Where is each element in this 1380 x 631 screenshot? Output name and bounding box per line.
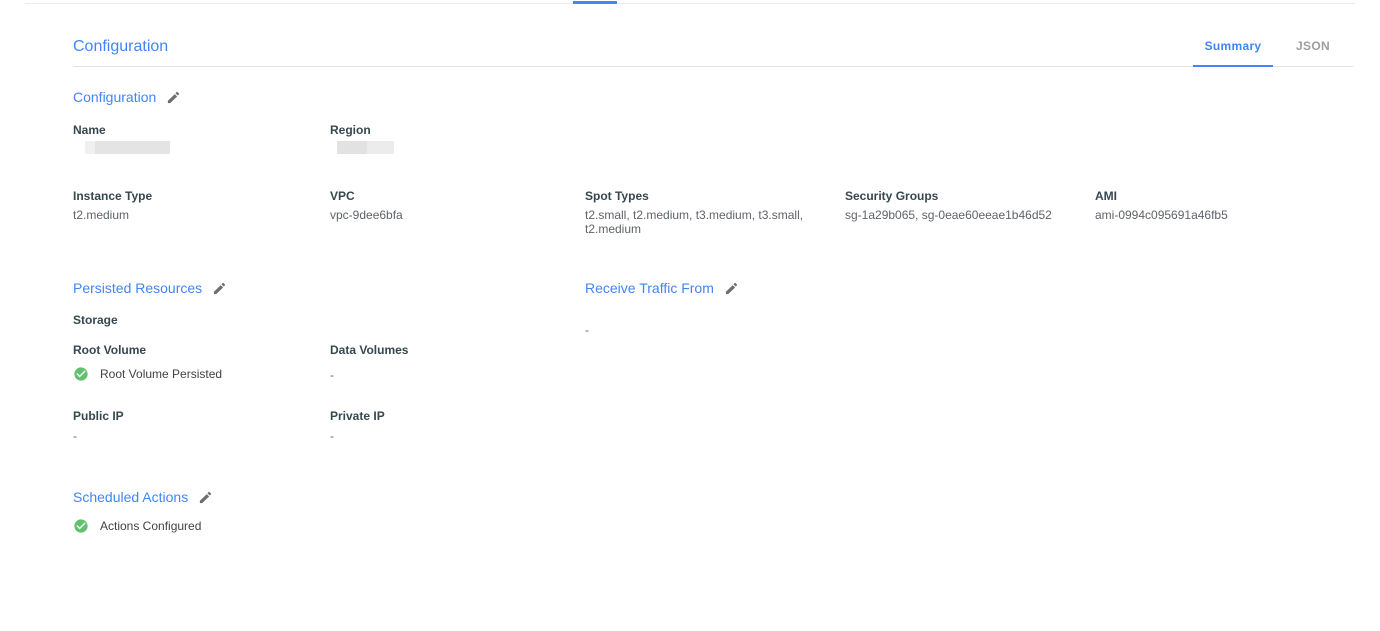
root-volume-status-text: Root Volume Persisted (100, 367, 222, 381)
tab-json[interactable]: JSON (1273, 39, 1353, 66)
configuration-redacted-row: Name Region (73, 123, 1353, 154)
check-circle-icon (73, 366, 89, 382)
edit-persisted-resources-button[interactable] (212, 281, 227, 296)
tab-summary[interactable]: Summary (1193, 39, 1273, 66)
public-ip-label: Public IP (73, 409, 330, 423)
parent-tab-strip (25, 0, 1355, 4)
section-persisted-resources-title: Persisted Resources (73, 280, 202, 296)
volume-values-row: Root Volume Persisted - (73, 357, 585, 382)
field-vpc-value: vpc-9dee6bfa (330, 208, 585, 222)
scheduled-actions-section: Scheduled Actions Actions Configured (73, 489, 1353, 534)
page-title: Configuration (73, 38, 168, 66)
field-instance-type-value: t2.medium (73, 208, 330, 222)
persisted-resources-section: Persisted Resources Storage Root Volume … (73, 280, 585, 443)
field-vpc-label: VPC (330, 189, 585, 203)
scheduled-actions-status-text: Actions Configured (100, 519, 201, 533)
field-instance-type: Instance Type t2.medium (73, 189, 330, 236)
field-region: Region (330, 123, 585, 154)
field-ami-value: ami-0994c095691a46fb5 (1095, 208, 1353, 222)
receive-traffic-value: - (585, 323, 1353, 337)
field-name: Name (73, 123, 330, 154)
section-receive-traffic-header: Receive Traffic From (585, 280, 1353, 296)
field-instance-type-label: Instance Type (73, 189, 330, 203)
section-persisted-resources-header: Persisted Resources (73, 280, 585, 296)
field-spot-types: Spot Types t2.small, t2.medium, t3.mediu… (585, 189, 845, 236)
active-tab-indicator (573, 1, 617, 4)
section-receive-traffic-title: Receive Traffic From (585, 280, 714, 296)
pencil-icon (724, 281, 739, 296)
field-ami: AMI ami-0994c095691a46fb5 (1095, 189, 1353, 236)
view-tabs: Summary JSON (1193, 39, 1353, 66)
storage-subheading: Storage (73, 313, 585, 327)
edit-configuration-button[interactable] (166, 90, 181, 105)
pencil-icon (166, 90, 181, 105)
field-region-label: Region (330, 123, 585, 137)
configuration-fields-row: Instance Type t2.medium VPC vpc-9dee6bfa… (73, 189, 1353, 236)
root-volume-status: Root Volume Persisted (73, 365, 330, 382)
field-region-redacted-value (337, 141, 394, 154)
middle-sections: Persisted Resources Storage Root Volume … (73, 280, 1353, 443)
receive-traffic-section: Receive Traffic From - (585, 280, 1353, 443)
ip-values-row: - - (73, 423, 585, 443)
field-security-groups-value: sg-1a29b065, sg-0eae60eeae1b46d52 (845, 208, 1095, 222)
field-spot-types-value: t2.small, t2.medium, t3.medium, t3.small… (585, 208, 817, 236)
data-volumes-value: - (330, 368, 585, 382)
section-scheduled-actions-title: Scheduled Actions (73, 489, 188, 505)
section-scheduled-actions-header: Scheduled Actions (73, 489, 1353, 505)
ip-labels-row: Public IP Private IP (73, 409, 585, 423)
field-spot-types-label: Spot Types (585, 189, 845, 203)
pencil-icon (212, 281, 227, 296)
field-vpc: VPC vpc-9dee6bfa (330, 189, 585, 236)
root-volume-label: Root Volume (73, 343, 330, 357)
scheduled-actions-status: Actions Configured (73, 518, 1353, 534)
configuration-panel: Configuration Summary JSON Configuration… (73, 38, 1353, 534)
section-configuration-header: Configuration (73, 89, 1353, 105)
field-security-groups-label: Security Groups (845, 189, 1095, 203)
private-ip-value: - (330, 429, 585, 443)
check-circle-icon (73, 518, 89, 534)
edit-receive-traffic-button[interactable] (724, 281, 739, 296)
data-volumes-label: Data Volumes (330, 343, 585, 357)
section-configuration-title: Configuration (73, 89, 156, 105)
field-ami-label: AMI (1095, 189, 1353, 203)
field-name-redacted-value (85, 141, 170, 154)
field-name-label: Name (73, 123, 330, 137)
edit-scheduled-actions-button[interactable] (198, 490, 213, 505)
public-ip-value: - (73, 429, 330, 443)
private-ip-label: Private IP (330, 409, 585, 423)
volume-labels-row: Root Volume Data Volumes (73, 343, 585, 357)
field-security-groups: Security Groups sg-1a29b065, sg-0eae60ee… (845, 189, 1095, 236)
page-header: Configuration Summary JSON (73, 38, 1353, 67)
pencil-icon (198, 490, 213, 505)
